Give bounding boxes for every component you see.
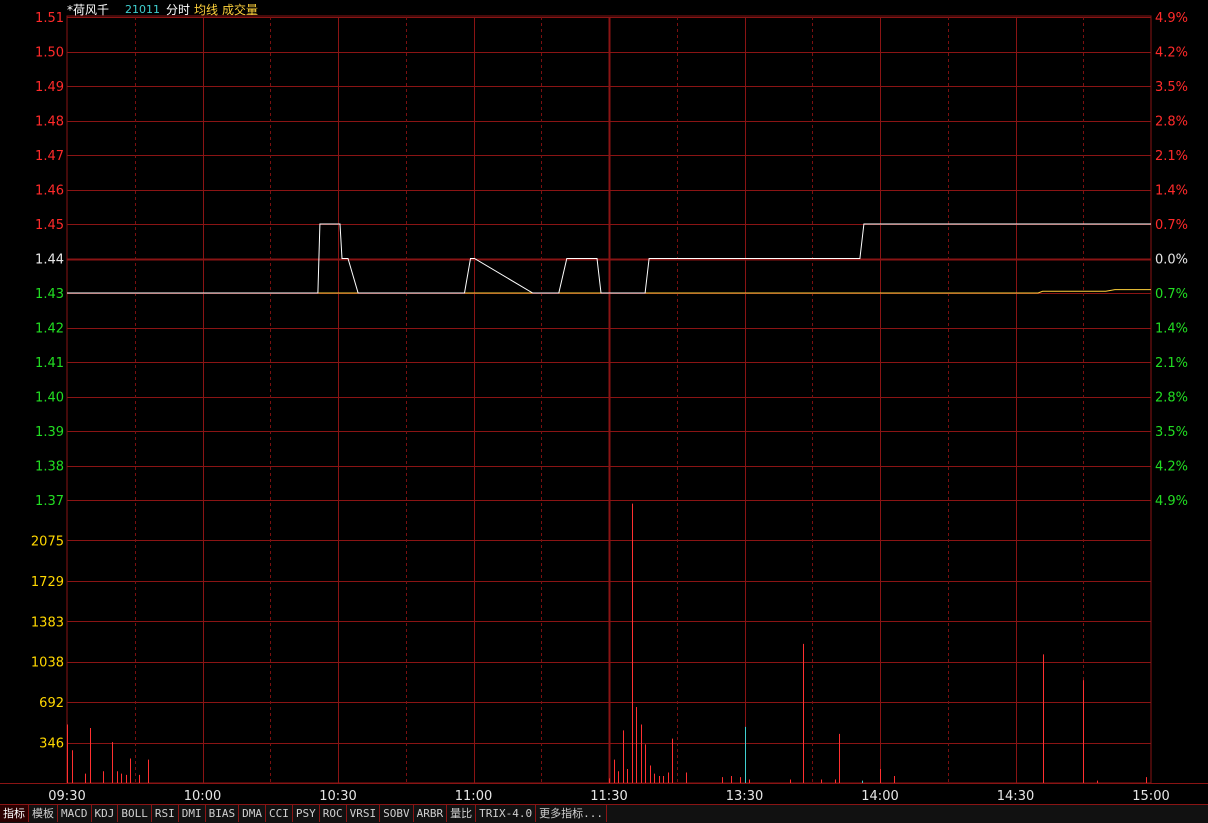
percent-tick-label: 1.4% <box>1155 322 1188 337</box>
indicator-tab[interactable]: ARBR <box>414 805 448 822</box>
volume-tick-label: 2075 <box>31 534 64 549</box>
time-tick-label: 15:00 <box>1132 789 1169 804</box>
time-tick-label: 10:30 <box>319 789 356 804</box>
price-tick-label: 1.42 <box>35 322 64 337</box>
volume-tick-label: 346 <box>39 737 64 752</box>
view-label: 分时 <box>166 3 191 17</box>
time-tick-label: 14:30 <box>997 789 1034 804</box>
price-tick-label: 1.37 <box>35 494 64 509</box>
percent-tick-label: 4.2% <box>1155 46 1188 61</box>
indicator-tab[interactable]: KDJ <box>92 805 119 822</box>
time-tick-label: 11:30 <box>590 789 627 804</box>
percent-tick-label: 3.5% <box>1155 425 1188 440</box>
indicator-tab[interactable]: DMA <box>239 805 266 822</box>
volume-tick-label: 1038 <box>31 656 64 671</box>
time-tick-label: 09:30 <box>48 789 85 804</box>
percent-tick-label: 4.9% <box>1155 11 1188 26</box>
indicator-tab[interactable]: BOLL <box>118 805 152 822</box>
time-tick-label: 14:00 <box>861 789 898 804</box>
percent-tick-label: 1.4% <box>1155 184 1188 199</box>
indicator-tab[interactable]: BIAS <box>206 805 240 822</box>
indicator-toolbar: 指标 模板 MACD KDJ BOLL RSI DMI BIAS DMA CCI PSY ROC VRS… <box>0 804 1208 823</box>
percent-tick-label: 3.5% <box>1155 80 1188 95</box>
indicator-tab[interactable]: RSI <box>152 805 179 822</box>
time-axis-labels: 09:30 10:00 10:30 11:00 11:30 13:30 14:00 14:30… <box>48 789 1169 804</box>
stock-code: 21011 <box>125 3 160 16</box>
time-tick-label: 10:00 <box>184 789 221 804</box>
volume-bars <box>67 503 1147 783</box>
time-tick-label: 13:30 <box>726 789 763 804</box>
percent-tick-label: 0.7% <box>1155 218 1188 233</box>
percent-tick-label: 2.1% <box>1155 149 1188 164</box>
price-tick-label: 1.44 <box>35 253 64 268</box>
stock-name: *荷风千 <box>67 3 110 17</box>
price-tick-label: 1.43 <box>35 287 64 302</box>
price-tick-label: 1.46 <box>35 184 64 199</box>
percent-tick-label: 4.2% <box>1155 460 1188 475</box>
indicator-tab[interactable]: DMI <box>179 805 206 822</box>
percent-tick-label: 0.0% <box>1155 253 1188 268</box>
price-tick-label: 1.49 <box>35 80 64 95</box>
indicator-tab[interactable]: SOBV <box>380 805 414 822</box>
indicator-tab[interactable]: 更多指标... <box>536 805 607 822</box>
percent-tick-label: 2.1% <box>1155 356 1188 371</box>
indicator-tab[interactable]: CCI <box>266 805 293 822</box>
percent-tick-label: 2.8% <box>1155 115 1188 130</box>
indicator-tab[interactable]: 模板 <box>29 805 58 822</box>
indicator-tab[interactable]: VRSI <box>347 805 381 822</box>
volume-tick-label: 692 <box>39 696 64 711</box>
price-tick-label: 1.50 <box>35 46 64 61</box>
price-tick-label: 1.47 <box>35 149 64 164</box>
indicator-tab[interactable]: MACD <box>58 805 92 822</box>
indicator-tab[interactable]: PSY <box>293 805 320 822</box>
indicator-tab[interactable]: 量比 <box>447 805 477 822</box>
volume-legend-label: 成交量 <box>222 3 259 17</box>
percent-tick-label: 2.8% <box>1155 391 1188 406</box>
price-tick-label: 1.41 <box>35 356 64 371</box>
volume-tick-label: 1729 <box>31 575 64 590</box>
indicator-tab[interactable]: ROC <box>320 805 347 822</box>
time-tick-label: 11:00 <box>455 789 492 804</box>
price-axis-labels: 1.51 1.50 1.49 1.48 1.47 1.46 1.45 1.44 1.43 1.42… <box>35 11 64 509</box>
avg-legend-label: 均线 <box>194 3 219 17</box>
indicator-tab[interactable]: TRIX-4.0 <box>476 805 537 822</box>
percent-tick-label: 0.7% <box>1155 287 1188 302</box>
price-tick-label: 1.39 <box>35 425 64 440</box>
chart-grid <box>0 15 1208 784</box>
price-tick-label: 1.51 <box>35 11 64 26</box>
price-tick-label: 1.40 <box>35 391 64 406</box>
percent-tick-label: 4.9% <box>1155 494 1188 509</box>
intraday-chart[interactable]: 1.51 1.50 1.49 1.48 1.47 1.46 1.45 1.44 1.43 1.42… <box>0 0 1208 804</box>
indicator-tab[interactable]: 指标 <box>0 805 29 822</box>
volume-axis-labels: 2075 1729 1383 1038 692 346 <box>31 534 64 751</box>
price-tick-label: 1.45 <box>35 218 64 233</box>
percent-axis-labels: 4.9% 4.2% 3.5% 2.8% 2.1% 1.4% 0.7% 0.0% 0.7% 1.4%… <box>1155 11 1188 509</box>
price-tick-label: 1.38 <box>35 460 64 475</box>
price-tick-label: 1.48 <box>35 115 64 130</box>
volume-tick-label: 1383 <box>31 615 64 630</box>
